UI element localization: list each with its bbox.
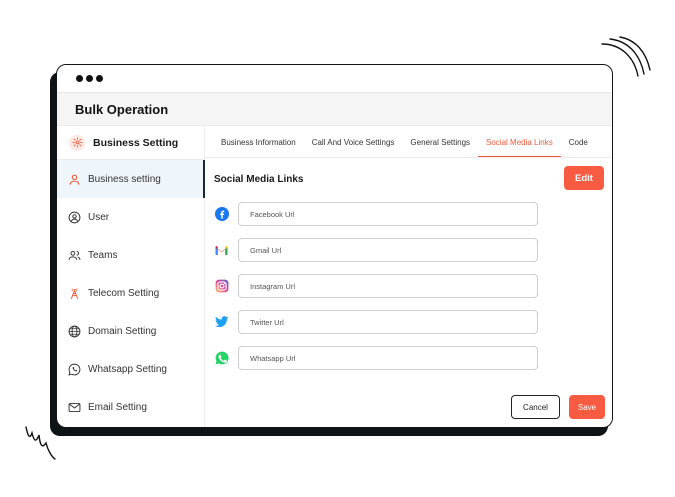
whatsapp-url-input[interactable] xyxy=(238,346,538,370)
sidebar-item-label: Business setting xyxy=(88,173,161,185)
tab-business-information[interactable]: Business Information xyxy=(213,138,304,157)
tab-social-media-links[interactable]: Social Media Links xyxy=(478,138,561,157)
instagram-link-row xyxy=(214,274,539,298)
app-header: Bulk Operation xyxy=(57,92,612,126)
sidebar-item-domain-setting[interactable]: Domain Setting xyxy=(57,312,204,350)
tab-bar: Business Information Call And Voice Sett… xyxy=(205,126,612,158)
facebook-link-row xyxy=(214,202,539,226)
sidebar-header-label: Business Setting xyxy=(93,136,179,149)
user-circle-icon xyxy=(68,211,81,223)
sidebar-item-telecom-setting[interactable]: Telecom Setting xyxy=(57,274,204,312)
sidebar-item-email-setting[interactable]: Email Setting xyxy=(57,388,204,426)
main-panel: Business Information Call And Voice Sett… xyxy=(205,126,612,427)
window-dot-icon xyxy=(96,75,103,82)
sidebar-item-label: Teams xyxy=(88,249,118,261)
window-dot-icon xyxy=(76,75,83,82)
gmail-url-input[interactable] xyxy=(238,238,538,262)
gmail-icon xyxy=(214,243,229,258)
sidebar: Business Setting Business setting User T… xyxy=(57,126,205,427)
sidebar-item-user[interactable]: User xyxy=(57,198,204,236)
sidebar-item-label: Telecom Setting xyxy=(88,287,160,299)
gear-icon xyxy=(69,134,85,151)
app-window: Bulk Operation Business Setting Business… xyxy=(56,64,613,428)
sidebar-item-label: Whatsapp Setting xyxy=(88,363,167,375)
whatsapp-link-row xyxy=(214,346,539,370)
sidebar-header: Business Setting xyxy=(57,126,204,160)
section-title: Social Media Links xyxy=(214,174,304,185)
window-titlebar xyxy=(57,65,612,92)
tower-icon xyxy=(70,287,79,299)
sidebar-item-whatsapp-setting[interactable]: Whatsapp Setting xyxy=(57,350,204,388)
globe-icon xyxy=(68,325,81,337)
edit-button[interactable]: Edit xyxy=(564,166,604,190)
save-button[interactable]: Save xyxy=(569,395,605,419)
sidebar-item-label: User xyxy=(88,211,110,223)
mail-icon xyxy=(68,402,81,412)
sidebar-item-label: Domain Setting xyxy=(88,325,157,337)
instagram-icon xyxy=(214,279,229,294)
whatsapp-outline-icon xyxy=(68,363,81,376)
sidebar-item-label: Email Setting xyxy=(88,401,147,413)
twitter-url-input[interactable] xyxy=(238,310,538,334)
page-title: Bulk Operation xyxy=(75,101,169,117)
instagram-url-input[interactable] xyxy=(238,274,538,298)
sidebar-item-teams[interactable]: Teams xyxy=(57,236,204,274)
window-dot-icon xyxy=(86,75,93,82)
twitter-link-row xyxy=(214,310,539,334)
cancel-button[interactable]: Cancel xyxy=(511,395,560,419)
facebook-url-input[interactable] xyxy=(238,202,538,226)
twitter-icon xyxy=(214,315,229,330)
gmail-link-row xyxy=(214,238,539,262)
sidebar-item-business-setting[interactable]: Business setting xyxy=(57,160,205,198)
whatsapp-icon xyxy=(214,351,229,366)
tab-general-settings[interactable]: General Settings xyxy=(402,138,478,157)
facebook-icon xyxy=(214,207,229,222)
user-icon xyxy=(69,174,80,185)
tab-code[interactable]: Code xyxy=(561,138,596,157)
users-icon xyxy=(68,250,81,260)
tab-call-and-voice-settings[interactable]: Call And Voice Settings xyxy=(304,138,403,157)
